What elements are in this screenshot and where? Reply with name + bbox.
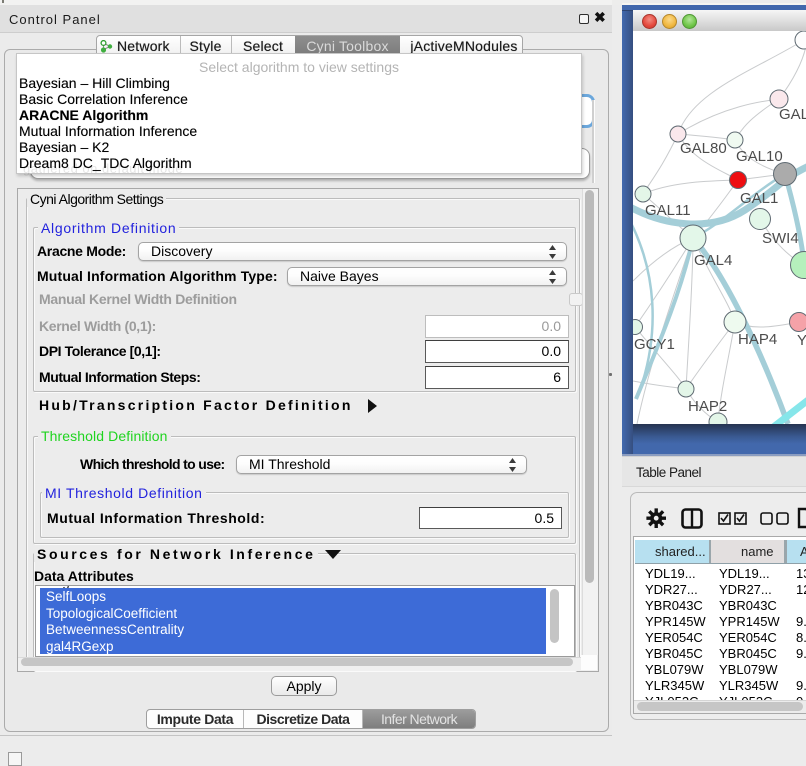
svg-text:GAL4: GAL4 [694,252,732,269]
svg-text:SWI4: SWI4 [762,230,799,247]
svg-text:HAP2: HAP2 [688,398,727,415]
svg-text:GAL11: GAL11 [645,202,691,219]
svg-text:GAL10: GAL10 [736,148,783,165]
svg-text:GAL80: GAL80 [680,140,727,157]
svg-text:Y: Y [797,332,806,349]
svg-text:GAL: GAL [779,106,806,123]
svg-text:GCY1: GCY1 [634,336,675,353]
svg-text:HAP4: HAP4 [738,331,777,348]
svg-text:GAL1: GAL1 [740,190,778,207]
